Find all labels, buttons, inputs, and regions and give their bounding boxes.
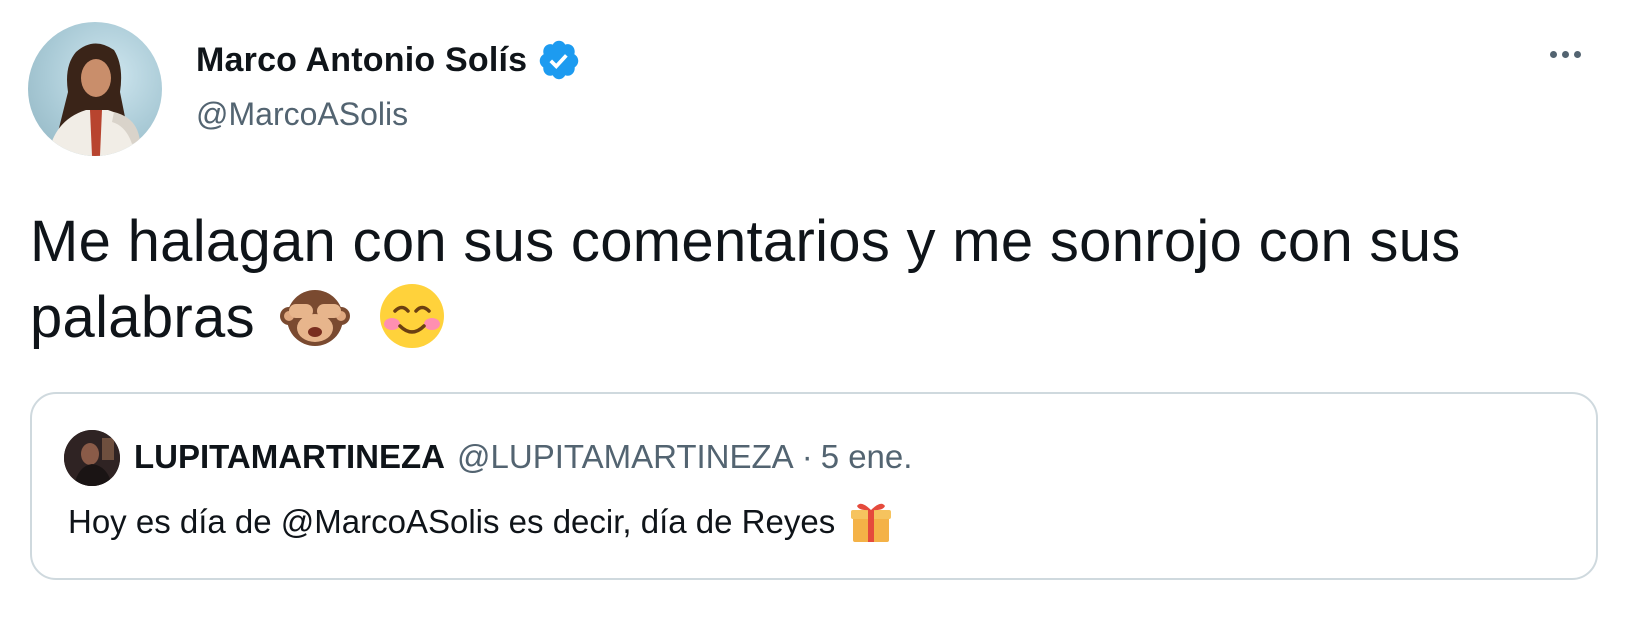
quoted-author-avatar[interactable] <box>64 430 120 486</box>
more-dot <box>1574 50 1581 58</box>
more-dot <box>1550 50 1557 58</box>
tweet-text-line: palabras <box>30 280 1590 358</box>
quoted-tweet[interactable]: LUPITAMARTINEZA @LUPITAMARTINEZA · 5 ene… <box>30 392 1598 580</box>
quoted-author-handle[interactable]: @LUPITAMARTINEZA <box>457 438 794 476</box>
author-avatar[interactable] <box>28 22 162 156</box>
more-dot <box>1562 50 1569 58</box>
wrapped-gift-icon <box>851 503 892 542</box>
author-name-text[interactable]: Marco Antonio Solís <box>196 41 527 80</box>
quoted-text-content: Hoy es día de @MarcoASolis es decir, día… <box>68 503 836 540</box>
tweet-text: Me halagan con sus comentarios y me sonr… <box>30 204 1590 358</box>
more-options-icon[interactable] <box>1550 44 1590 64</box>
separator-dot: · <box>801 438 813 475</box>
tweet-text-line: Me halagan con sus comentarios y me sonr… <box>30 209 1461 274</box>
tweet-text-tail: palabras <box>30 285 255 350</box>
smiling-face-blushing-icon <box>379 283 444 348</box>
quoted-header: LUPITAMARTINEZA @LUPITAMARTINEZA · 5 ene… <box>134 438 912 476</box>
verified-badge-icon <box>539 40 579 80</box>
author-handle[interactable]: @MarcoASolis <box>196 96 408 133</box>
quoted-text: Hoy es día de @MarcoASolis es decir, día… <box>68 498 895 546</box>
quoted-author-name[interactable]: LUPITAMARTINEZA <box>134 438 445 476</box>
author-name[interactable]: Marco Antonio Solís <box>196 38 581 82</box>
quoted-date[interactable]: 5 ene. <box>821 438 913 476</box>
see-no-evil-monkey-icon <box>280 289 351 346</box>
